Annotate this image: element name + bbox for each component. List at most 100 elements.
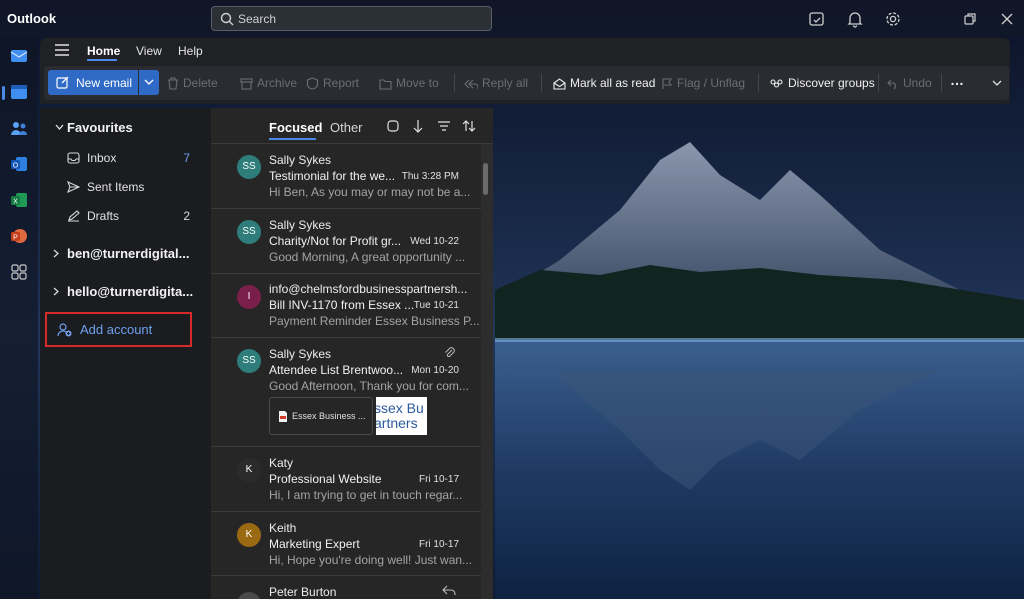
rail-active-indicator — [2, 86, 5, 100]
message-date: Thu 3:28 PM — [401, 171, 459, 182]
scrollbar-thumb[interactable] — [483, 163, 488, 195]
message-subject: Marketing Expert — [269, 537, 360, 551]
message-preview: Hi, I am trying to get in touch regar... — [269, 488, 463, 502]
mark-all-read-button[interactable]: Mark all as read — [553, 76, 655, 90]
tab-home-underline — [87, 59, 117, 61]
toolbar-divider — [454, 74, 455, 92]
pdf-file-icon — [279, 411, 287, 422]
thumbnail-text-line: artners — [376, 415, 418, 431]
folder-item-inbox[interactable]: Inbox 7 — [40, 150, 211, 172]
flag-icon — [662, 78, 673, 89]
message-list-scrollbar[interactable] — [481, 144, 493, 599]
message-item[interactable]: K Keith Marketing Expert Fri 10-17 Hi, H… — [211, 512, 481, 576]
message-date: Wed 10-22 — [410, 236, 459, 247]
avatar: SS — [237, 349, 261, 373]
more-options-button[interactable]: … — [950, 72, 964, 88]
close-window-icon[interactable] — [998, 10, 1016, 28]
new-email-dropdown-button[interactable] — [139, 70, 159, 95]
favourites-header[interactable]: Favourites — [67, 120, 133, 135]
notifications-bell-icon[interactable] — [846, 10, 864, 28]
command-toolbar: New email Delete Archive Report Move to … — [44, 66, 1009, 100]
message-subject: Charity/Not for Profit gr... — [269, 234, 402, 248]
tab-home[interactable]: Home — [87, 44, 120, 58]
more-apps-icon[interactable] — [9, 262, 29, 282]
calendar-app-icon[interactable] — [9, 82, 29, 102]
message-item[interactable]: PB Peter Burton — [211, 576, 481, 599]
move-to-button[interactable]: Move to — [379, 76, 439, 90]
add-account-button[interactable]: Add account — [45, 312, 192, 347]
jump-down-arrow-icon[interactable] — [411, 119, 425, 133]
tab-help[interactable]: Help — [178, 44, 203, 58]
people-app-icon[interactable] — [9, 118, 29, 138]
sort-icon[interactable] — [462, 119, 476, 133]
mail-app-icon[interactable] — [9, 46, 29, 66]
message-preview: Good Afternoon, Thank you for com... — [269, 379, 469, 393]
settings-gear-icon[interactable] — [884, 10, 902, 28]
account-ben[interactable]: ben@turnerdigital... — [40, 244, 211, 266]
discover-groups-label: Discover groups — [788, 76, 875, 90]
hamburger-menu-icon[interactable] — [55, 44, 69, 56]
folder-pane: Favourites Inbox 7 Sent Items Drafts 2 b… — [40, 108, 211, 599]
mark-all-read-label: Mark all as read — [570, 76, 656, 90]
menu-row: Home View Help — [40, 38, 1010, 64]
message-item[interactable]: K Katy Professional Website Fri 10-17 Hi… — [211, 447, 481, 512]
chevron-right-icon — [53, 249, 59, 258]
message-item[interactable]: SS Sally Sykes Attendee List Brentwoo...… — [211, 338, 481, 447]
search-box[interactable]: Search — [211, 6, 492, 31]
message-subject: Bill INV-1170 from Essex ... — [269, 298, 415, 312]
message-date: Mon 10-20 — [411, 365, 459, 376]
chevron-down-icon[interactable] — [55, 124, 64, 131]
select-mode-icon[interactable] — [386, 119, 400, 133]
message-item[interactable]: I info@chelmsfordbusinesspartnersh... Bi… — [211, 274, 481, 338]
search-icon — [220, 12, 234, 26]
account-label: hello@turnerdigita... — [67, 284, 194, 299]
discover-groups-button[interactable]: Discover groups — [769, 76, 875, 90]
folder-item-sent-items[interactable]: Sent Items — [40, 179, 211, 201]
outlook-app-icon[interactable]: O — [9, 154, 29, 174]
new-email-button[interactable]: New email — [48, 70, 138, 95]
svg-text:P: P — [13, 235, 18, 242]
message-subject: Attendee List Brentwoo... — [269, 363, 404, 377]
message-subject: Testimonial for the we... — [269, 169, 396, 183]
inbox-icon — [67, 152, 80, 164]
message-date: Tue 10-21 — [413, 300, 459, 311]
report-button[interactable]: Report — [306, 76, 359, 90]
undo-button[interactable]: Undo — [887, 76, 932, 90]
collapse-ribbon-chevron-icon[interactable] — [992, 80, 1002, 87]
flag-unflag-button[interactable]: Flag / Unflag — [661, 76, 745, 90]
powerpoint-app-icon[interactable]: P — [9, 226, 29, 246]
message-sender: Peter Burton — [269, 585, 337, 599]
tab-focused-underline — [269, 138, 316, 140]
folder-item-drafts[interactable]: Drafts 2 — [40, 208, 211, 230]
reply-all-button[interactable]: Reply all — [464, 76, 528, 90]
my-day-icon[interactable] — [808, 10, 826, 28]
chevron-right-icon — [53, 287, 59, 296]
trash-icon — [168, 77, 178, 90]
report-label: Report — [323, 76, 360, 90]
tab-other[interactable]: Other — [330, 120, 363, 135]
replied-arrow-icon — [442, 585, 456, 595]
excel-app-icon[interactable]: X — [9, 190, 29, 210]
search-placeholder: Search — [238, 12, 277, 26]
restore-window-icon[interactable] — [961, 10, 979, 28]
avatar: PB — [237, 592, 261, 599]
message-preview: Hi Ben, As you may or may not be a... — [269, 185, 471, 199]
attachment-card[interactable]: Essex Business ... — [269, 397, 373, 435]
account-hello[interactable]: hello@turnerdigita... — [40, 282, 211, 304]
toolbar-divider — [758, 74, 759, 92]
undo-label: Undo — [903, 76, 932, 90]
shield-icon — [306, 77, 319, 90]
attachment-image-thumbnail[interactable]: ssex Bu artners — [376, 397, 427, 435]
tab-focused[interactable]: Focused — [269, 120, 322, 135]
message-sender: info@chelmsfordbusinesspartnersh... — [269, 282, 468, 296]
toolbar-divider — [541, 74, 542, 92]
filter-icon[interactable] — [437, 119, 451, 133]
message-item[interactable]: SS Sally Sykes Charity/Not for Profit gr… — [211, 209, 481, 274]
message-item[interactable]: SS Sally Sykes Testimonial for the we...… — [211, 145, 481, 209]
archive-button[interactable]: Archive — [240, 76, 297, 90]
delete-button[interactable]: Delete — [167, 76, 218, 90]
folder-label: Sent Items — [87, 180, 145, 194]
tab-view[interactable]: View — [136, 44, 162, 58]
unread-count-badge: 7 — [183, 151, 190, 165]
paperclip-icon — [445, 347, 455, 358]
